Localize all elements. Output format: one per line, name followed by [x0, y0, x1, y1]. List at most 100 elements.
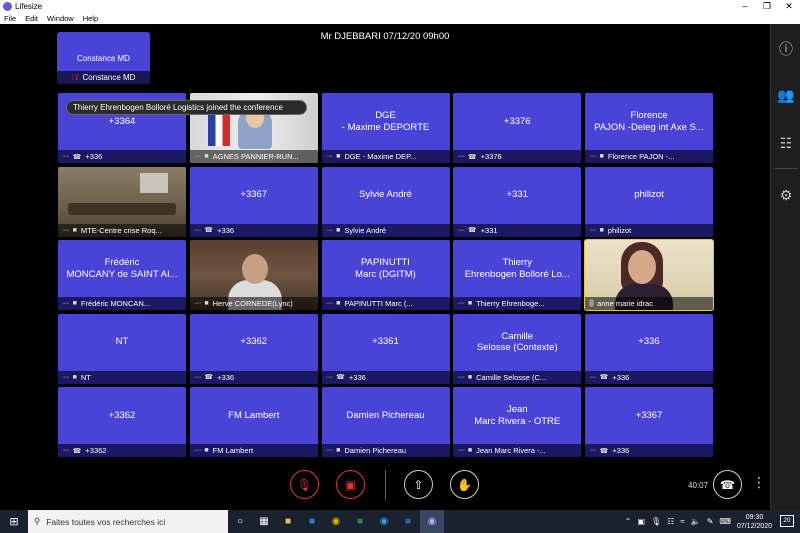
tray-chevron-icon[interactable]: ⌃: [625, 517, 632, 526]
signal-strength-icon: ·····: [62, 447, 70, 454]
chrome-icon[interactable]: ◉: [324, 510, 348, 533]
windows-taskbar: ⊞ ⚲ Faites toutes vos recherches ici ○ ▦…: [0, 510, 800, 533]
participant-footer-label: +336: [217, 372, 235, 382]
signal-strength-icon: ·····: [325, 153, 334, 160]
search-icon: ⚲: [34, 516, 41, 526]
participant-tile[interactable]: Sylvie André ····· ■ Sylvie André: [321, 166, 450, 237]
lifesize-taskbar-icon[interactable]: ◉: [420, 510, 444, 533]
more-options-icon[interactable]: ⋮: [752, 474, 766, 491]
participant-tile[interactable]: Camille Selosse (Contexte) ····· ■ Camille …: [453, 313, 582, 384]
raise-hand-button[interactable]: ✋: [450, 470, 479, 499]
video-camera-icon: ■: [336, 300, 341, 307]
participant-footer: ····· ☎ +336: [58, 150, 186, 163]
signal-strength-icon: ·····: [457, 300, 465, 307]
participant-tile[interactable]: philizot ····· ■ philizot: [585, 166, 713, 237]
layout-icon[interactable]: ☷: [771, 128, 800, 158]
share-screen-button[interactable]: ⇧: [404, 470, 433, 499]
participant-tile[interactable]: Thierry Ehrenbogen Bolloré Lo... ····· ■ Th…: [453, 240, 582, 310]
participant-tile[interactable]: +3362 ····· ☎ +3362: [58, 387, 186, 457]
tray-pen-icon[interactable]: ✎: [707, 517, 714, 526]
outlook-icon[interactable]: ■: [300, 510, 324, 533]
maximize-button[interactable]: ❐: [756, 0, 778, 12]
edge-icon[interactable]: ◉: [372, 510, 396, 533]
notification-center-icon[interactable]: 20: [780, 515, 794, 527]
tray-wifi-icon[interactable]: ≈: [680, 517, 684, 526]
phone-hangup-icon: ☎: [720, 477, 735, 492]
participant-footer: ····· ☎ +336: [585, 370, 713, 384]
excel-icon[interactable]: ■: [348, 510, 372, 533]
taskbar-search-input[interactable]: ⚲ Faites toutes vos recherches ici: [28, 510, 228, 533]
signal-strength-icon: ·····: [62, 153, 70, 160]
video-head: [628, 250, 656, 284]
participant-footer: ····· ☎ +3362: [58, 444, 186, 457]
stop-video-button[interactable]: ▣: [336, 470, 365, 499]
participant-tile[interactable]: +3367 ····· ☎ +336: [585, 387, 713, 457]
participant-tile[interactable]: Jean Marc Rivera - OTRE ····· ■ Jean Marc R…: [453, 387, 582, 457]
participant-footer-label: +336: [612, 446, 630, 455]
participant-name: Camille Selosse (Contexte): [476, 330, 558, 354]
video-head: [241, 254, 268, 284]
participant-footer-label: +336: [217, 225, 235, 235]
taskbar-clock[interactable]: 09:30 07/12/2020: [737, 513, 772, 531]
menu-bar: File Edit Window Help: [0, 12, 800, 24]
participant-tile[interactable]: +3361 ····· ☎ +336: [321, 313, 450, 384]
participant-tile[interactable]: ····· ■ Herve CORNEDE(Lync): [189, 240, 318, 310]
cortana-icon[interactable]: ○: [228, 510, 252, 533]
participant-tile[interactable]: NT ····· ■ NT: [58, 313, 186, 384]
participant-footer-label: Sylvie André: [344, 225, 387, 235]
info-icon[interactable]: ⓘ: [771, 34, 800, 64]
rail-divider: [775, 168, 797, 169]
video-camera-icon: ■: [336, 226, 341, 234]
participant-tile[interactable]: PAPINUTTI Marc (DGITM) ····· ■ PAPINUTTI Ma…: [321, 240, 450, 310]
participant-tile[interactable]: +336 ····· ☎ +336: [585, 313, 713, 384]
participant-tile[interactable]: DGE - Maxime DEPORTE ····· ■ DGE - Maxime D…: [321, 93, 450, 163]
participant-tile[interactable]: +3367 ····· ☎ +336: [189, 166, 318, 237]
menu-help[interactable]: Help: [83, 14, 98, 23]
file-explorer-icon[interactable]: ■: [276, 510, 300, 533]
participant-name: Thierry Ehrenbogen Bolloré Lo...: [464, 257, 570, 280]
phone-icon: ☎: [204, 374, 214, 381]
hang-up-button[interactable]: ☎: [713, 470, 742, 499]
minimize-button[interactable]: –: [734, 0, 756, 12]
participant-tile[interactable]: Frédéric MONCANY de SAINT AI... ····· ■ Fré…: [58, 240, 186, 310]
participants-icon[interactable]: 👥: [771, 80, 800, 110]
participant-tile[interactable]: +3362 ····· ☎ +336: [189, 313, 318, 384]
participant-name: +3362: [240, 336, 268, 348]
tray-volume-icon[interactable]: 🔈: [691, 517, 701, 526]
taskbar-search-placeholder: Faites toutes vos recherches ici: [46, 516, 166, 527]
menu-file[interactable]: File: [4, 14, 16, 23]
participant-tile[interactable]: +331 ····· ☎ +331: [453, 166, 582, 237]
participant-name: +336: [638, 336, 660, 348]
participant-tile[interactable]: Florence PAJON -Deleg int Axe S... ····· ■…: [585, 93, 713, 163]
settings-gear-icon[interactable]: ⚙: [771, 180, 800, 210]
participant-tile[interactable]: +3376 ····· ☎ +3376: [453, 93, 582, 163]
participant-tile[interactable]: FM Lambert ····· ■ FM Lambert: [189, 387, 318, 457]
participant-name: philizot: [634, 189, 664, 201]
tray-network-icon[interactable]: ☷: [667, 517, 674, 526]
video-camera-icon: ■: [336, 447, 341, 454]
tray-microphone-icon[interactable]: 🎙: [651, 517, 661, 526]
participant-name: PAPINUTTI Marc (DGITM): [355, 257, 416, 280]
participant-tile[interactable]: Damien Pichereau ····· ■ Damien Pichereau: [321, 387, 450, 457]
word-icon[interactable]: ■: [396, 510, 420, 533]
tray-keyboard-icon[interactable]: ⌨: [719, 517, 731, 526]
participant-footer: ····· ■ Sylvie André: [321, 223, 450, 237]
self-view-tile[interactable]: Constance MD 🎙̸ Constance MD: [57, 32, 150, 84]
share-icon: ⇧: [413, 477, 424, 492]
video-camera-icon: ■: [204, 447, 209, 454]
tray-device-icon[interactable]: ▣: [637, 517, 645, 526]
clock-time: 09:30: [745, 513, 764, 521]
menu-edit[interactable]: Edit: [25, 14, 38, 23]
participant-footer-label: Camille Selosse (C...: [476, 372, 547, 382]
menu-window[interactable]: Window: [47, 14, 74, 23]
windows-start-icon[interactable]: ⊞: [0, 510, 28, 533]
participant-tile[interactable]: ····· ■ MTE-Centre crise Roq...: [58, 166, 186, 237]
signal-strength-icon: ·····: [62, 226, 70, 234]
close-button[interactable]: ✕: [778, 0, 800, 12]
participant-footer: ····· ■ MTE-Centre crise Roq...: [58, 223, 186, 237]
task-view-icon[interactable]: ▦: [252, 510, 276, 533]
phone-icon: ☎: [336, 374, 345, 381]
mute-mic-button[interactable]: 🎙: [290, 470, 319, 499]
participant-tile[interactable]: ||||| anne marie idrac: [584, 239, 714, 311]
participant-name: Jean Marc Rivera - OTRE: [474, 404, 561, 427]
